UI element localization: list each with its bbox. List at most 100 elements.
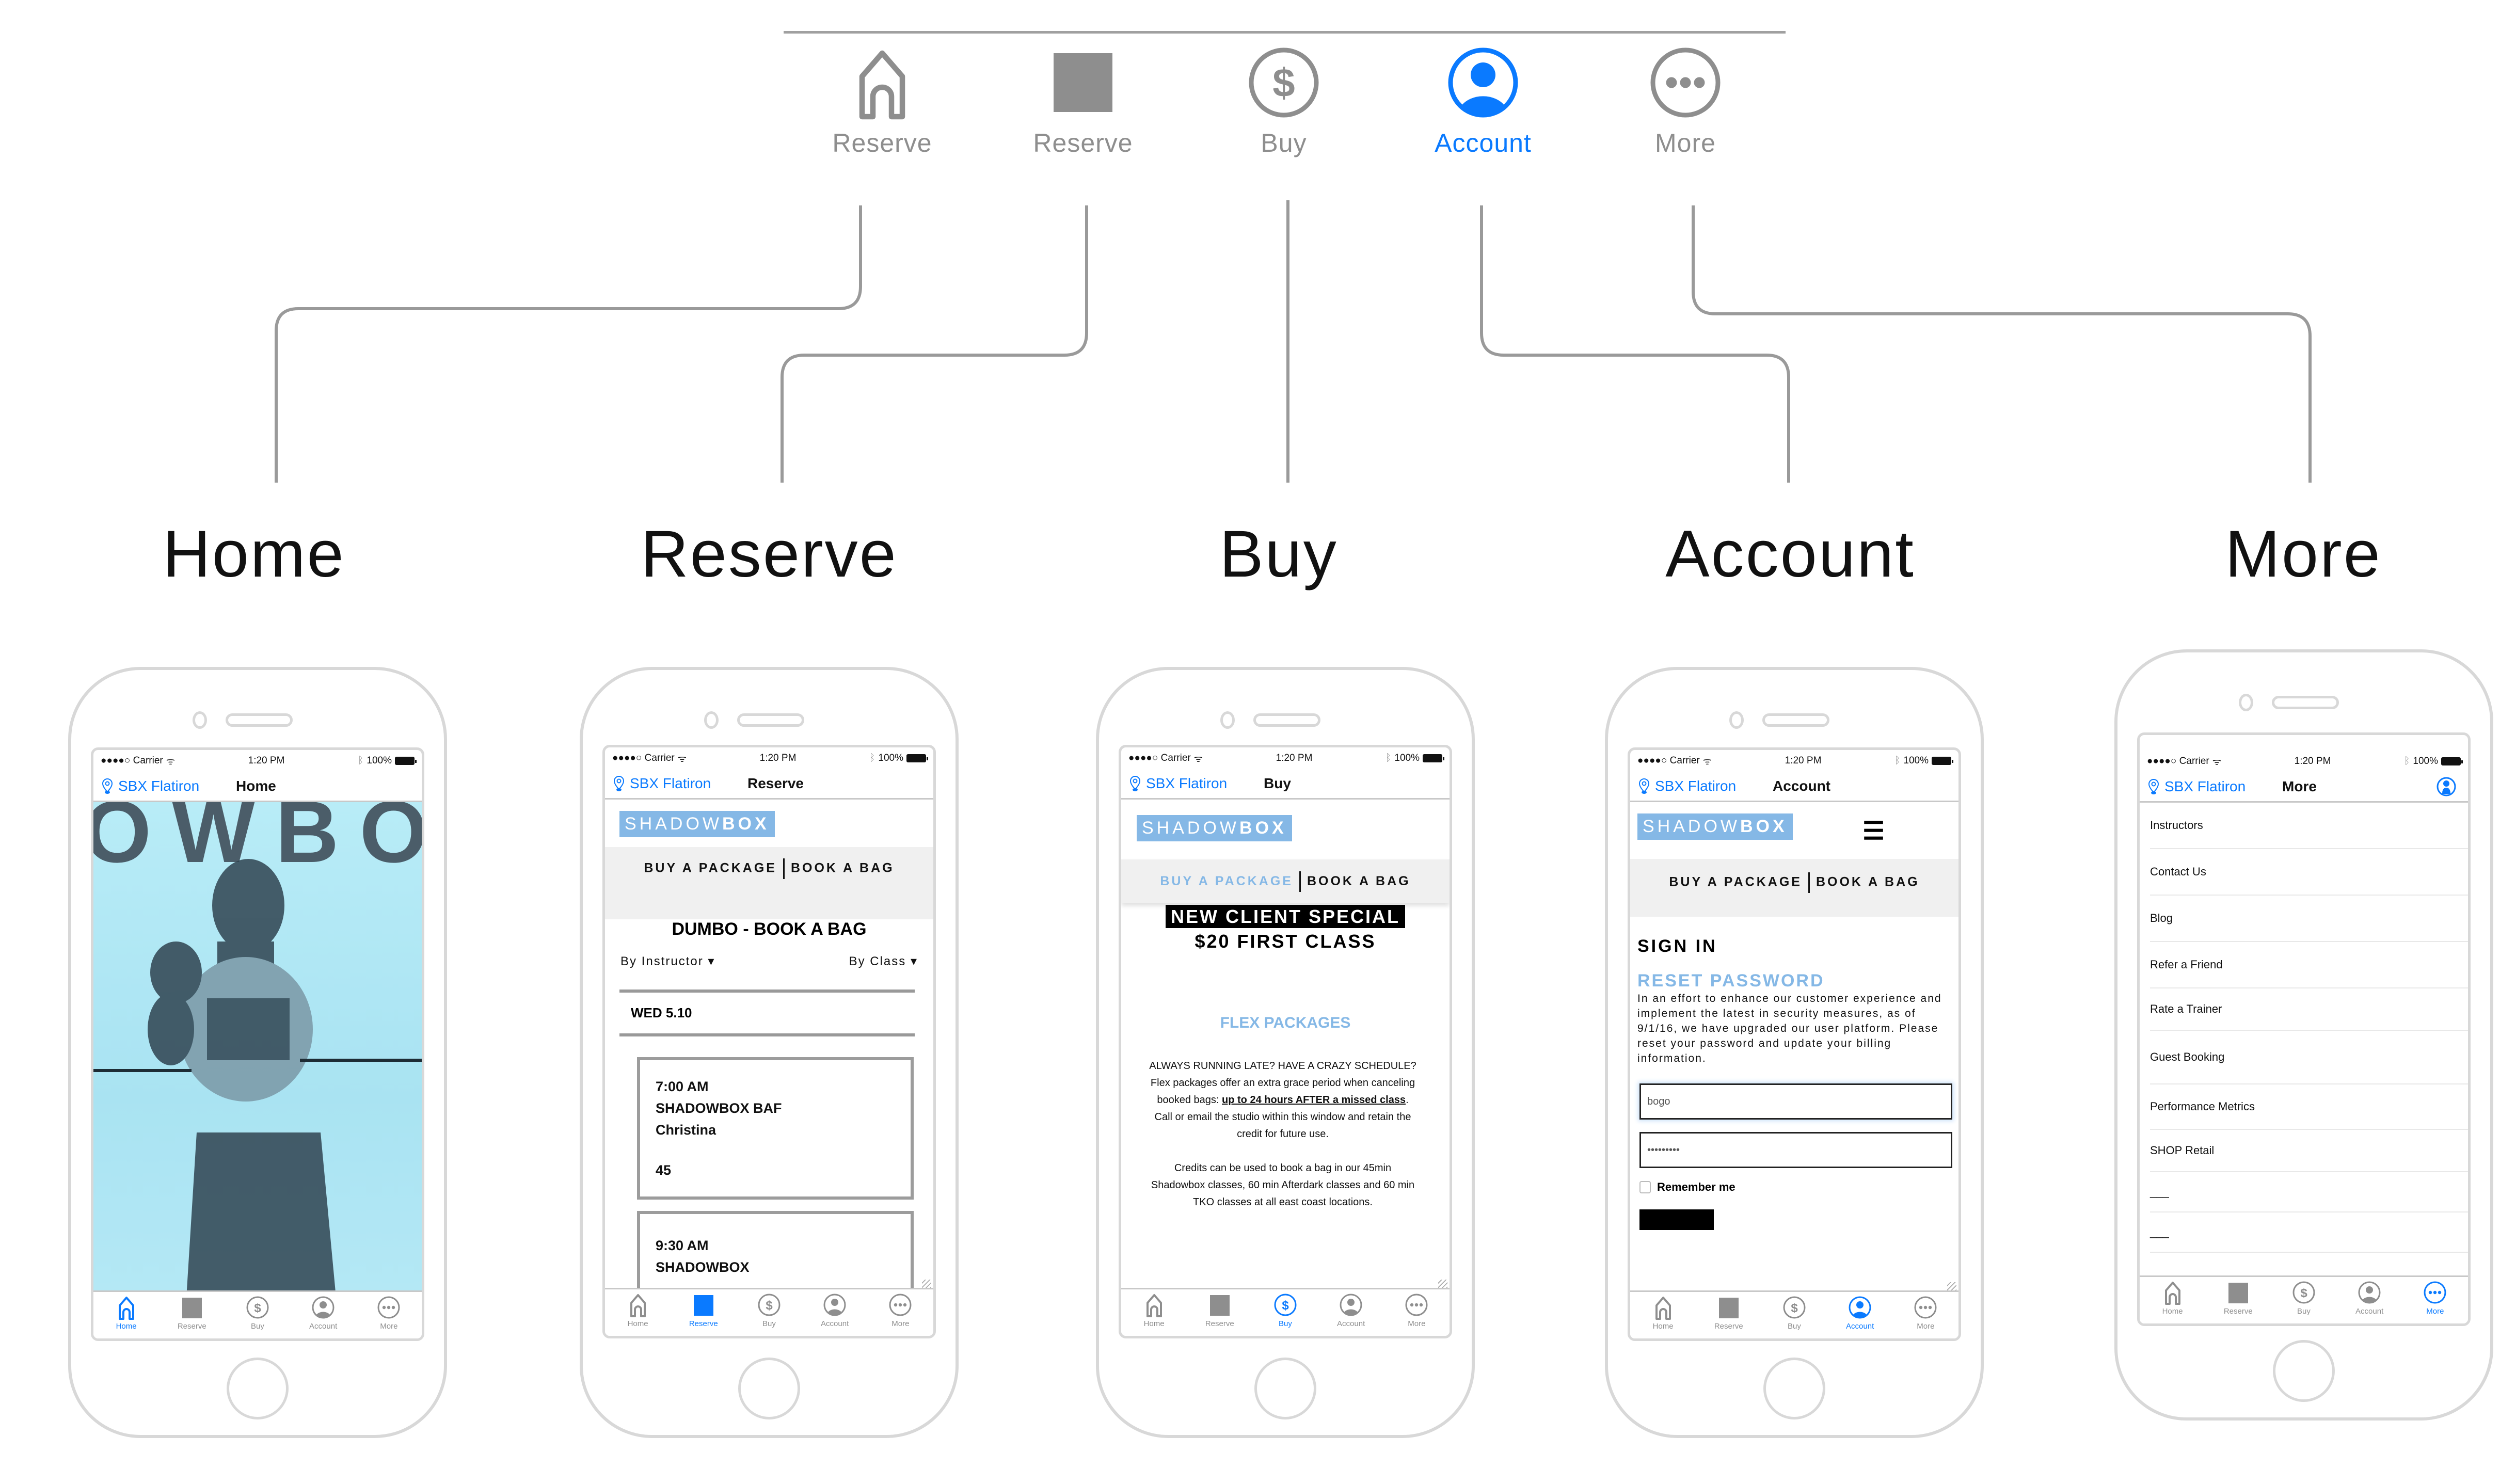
tab-account[interactable]: Account xyxy=(809,1292,861,1328)
remember-me-checkbox[interactable] xyxy=(1639,1181,1651,1193)
tab-buy[interactable]: $ Buy xyxy=(1769,1295,1820,1331)
password-input[interactable] xyxy=(1639,1132,1952,1168)
svg-text:$: $ xyxy=(1791,1301,1798,1315)
location-selector[interactable]: SBX Flatiron xyxy=(1638,778,1773,794)
logo-bold: BOX xyxy=(1239,818,1287,838)
tab-home[interactable]: Home xyxy=(1128,1292,1180,1328)
shadowbox-logo[interactable]: SHADOWBOX xyxy=(619,811,775,837)
menu-item-blog[interactable]: Blog xyxy=(2150,896,2468,942)
location-selector[interactable]: SBX Flatiron xyxy=(2148,778,2282,795)
buy-package-link[interactable]: BUY A PACKAGE xyxy=(1160,874,1293,888)
tab-more[interactable]: More xyxy=(363,1295,415,1331)
sign-in-heading: SIGN IN xyxy=(1637,936,1717,956)
class-card[interactable]: 9:30 AM SHADOWBOX xyxy=(637,1211,914,1291)
tab-home[interactable]: Home xyxy=(612,1292,664,1328)
tab-home[interactable]: Home xyxy=(1637,1295,1689,1331)
reset-password-link[interactable]: RESET PASSWORD xyxy=(1637,971,1951,991)
home-button[interactable] xyxy=(738,1358,800,1419)
tab-account[interactable]: Account xyxy=(2344,1280,2395,1316)
book-bag-link[interactable]: BOOK A BAG xyxy=(791,861,895,875)
tab-more[interactable]: More xyxy=(1391,1292,1442,1328)
status-time: 1:20 PM xyxy=(1785,755,1822,766)
profile-icon[interactable] xyxy=(2436,776,2457,797)
book-bag-link[interactable]: BOOK A BAG xyxy=(1816,875,1920,889)
tab-buy[interactable]: $ Buy xyxy=(743,1292,795,1328)
nav-title: Buy xyxy=(1264,775,1291,791)
shadowbox-logo[interactable]: SHADOWBOX xyxy=(1137,815,1292,841)
tab-reserve[interactable]: Reserve xyxy=(1703,1295,1755,1331)
tab-home[interactable]: Home xyxy=(2147,1280,2199,1316)
menu-item-guest-booking[interactable]: Guest Booking xyxy=(2150,1031,2468,1084)
class-name: SHADOWBOX BAF xyxy=(656,1100,782,1116)
reserve-square-icon xyxy=(1718,1298,1739,1318)
new-client-banner: NEW CLIENT SPECIAL xyxy=(1165,905,1405,928)
menu-item-instructors[interactable]: Instructors xyxy=(2150,803,2468,849)
buy-content: SHADOWBOX BUY A PACKAGE BOOK A BAG NEW CL… xyxy=(1121,800,1450,1291)
buy-package-link[interactable]: BUY A PACKAGE xyxy=(1669,875,1802,889)
tab-more[interactable]: More xyxy=(874,1292,926,1328)
tab-more[interactable]: More xyxy=(1900,1295,1951,1331)
tab-label: Buy xyxy=(1279,1319,1292,1328)
tab-account[interactable]: Account xyxy=(297,1295,349,1331)
buy-package-link[interactable]: BUY A PACKAGE xyxy=(644,861,777,875)
speaker xyxy=(1762,713,1829,727)
home-button[interactable] xyxy=(1763,1358,1825,1419)
wifi-icon: ᯤ xyxy=(2212,757,2222,768)
tab-buy[interactable]: $ Buy xyxy=(1260,1292,1311,1328)
section-title-buy: Buy xyxy=(1219,517,1338,591)
nav-title: Reserve xyxy=(747,775,804,791)
tab-reserve[interactable]: Reserve xyxy=(678,1292,729,1328)
sign-in-button[interactable] xyxy=(1639,1209,1714,1230)
hamburger-menu-icon[interactable]: ☰ xyxy=(1862,817,1885,845)
connector-reserve xyxy=(781,205,1088,483)
menu-item-performance-metrics[interactable]: Performance Metrics xyxy=(2150,1084,2468,1130)
section-title-account: Account xyxy=(1665,517,1915,591)
shadowbox-logo[interactable]: SHADOWBOX xyxy=(1637,813,1793,840)
tab-label: Buy xyxy=(1788,1322,1801,1331)
tab-label: Home xyxy=(116,1322,137,1331)
tab-buy[interactable]: $ Buy xyxy=(2278,1280,2330,1316)
home-button[interactable] xyxy=(227,1358,289,1419)
filter-instructor-dropdown[interactable]: By Instructor ▾ xyxy=(620,954,715,969)
menu-item-refer-a-friend[interactable]: Refer a Friend xyxy=(2150,942,2468,988)
tab-account[interactable]: Account xyxy=(1325,1292,1377,1328)
remember-me-row[interactable]: Remember me xyxy=(1639,1180,1958,1194)
tab-reserve[interactable]: Reserve xyxy=(2212,1280,2264,1316)
menu-item-placeholder[interactable]: ___ xyxy=(2150,1253,2468,1279)
filter-class-dropdown[interactable]: By Class ▾ xyxy=(849,954,918,969)
bluetooth-icon: ᛒ xyxy=(2403,756,2410,767)
speaker xyxy=(226,713,293,727)
tab-home[interactable]: Home xyxy=(101,1295,152,1331)
tab-reserve[interactable]: Reserve xyxy=(166,1295,218,1331)
carrier-label: ●●●●○ Carrier xyxy=(2147,756,2209,767)
tab-more[interactable]: More xyxy=(2409,1280,2461,1316)
flex-question: ALWAYS RUNNING LATE? HAVE A CRAZY SCHEDU… xyxy=(1149,1060,1416,1072)
remember-me-label: Remember me xyxy=(1657,1180,1735,1193)
dollar-circle-icon: $ xyxy=(1783,1296,1806,1319)
menu-item-rate-a-trainer[interactable]: Rate a Trainer xyxy=(2150,988,2468,1031)
class-card[interactable]: 7:00 AM SHADOWBOX BAF Christina 45 xyxy=(637,1057,914,1200)
home-button[interactable] xyxy=(2273,1340,2335,1402)
tab-reserve[interactable]: Reserve xyxy=(1194,1292,1246,1328)
status-bar: ●●●●○ Carrier ᯤ 1:20 PM ᛒ 100% xyxy=(1121,747,1450,769)
menu-item-contact-us[interactable]: Contact Us xyxy=(2150,849,2468,896)
phone-home: ●●●●○ Carrier ᯤ 1:20 PM ᛒ 100% SBX Flatiro… xyxy=(68,667,447,1438)
username-input[interactable] xyxy=(1639,1083,1952,1120)
carrier-label: ●●●●○ Carrier xyxy=(101,755,163,766)
menu-item-shop-retail[interactable]: SHOP Retail xyxy=(2150,1130,2468,1172)
more-ellipsis-icon xyxy=(1405,1294,1428,1316)
location-selector[interactable]: SBX Flatiron xyxy=(102,778,236,794)
carrier-label: ●●●●○ Carrier xyxy=(1637,755,1700,766)
battery-icon xyxy=(906,754,928,762)
location-selector[interactable]: SBX Flatiron xyxy=(1129,775,1264,792)
tab-account[interactable]: Account xyxy=(1834,1295,1886,1331)
home-button[interactable] xyxy=(1254,1358,1316,1419)
bluetooth-icon: ᛒ xyxy=(357,755,364,766)
menu-item-placeholder[interactable]: ___ xyxy=(2150,1172,2468,1212)
menu-item-placeholder[interactable]: ___ xyxy=(2150,1212,2468,1253)
book-bag-link[interactable]: BOOK A BAG xyxy=(1307,874,1411,888)
location-selector[interactable]: SBX Flatiron xyxy=(613,775,747,792)
tab-buy[interactable]: $ Buy xyxy=(232,1295,283,1331)
missed-class-link[interactable]: up to 24 hours AFTER a missed class xyxy=(1222,1094,1406,1106)
battery-icon xyxy=(2441,757,2463,765)
